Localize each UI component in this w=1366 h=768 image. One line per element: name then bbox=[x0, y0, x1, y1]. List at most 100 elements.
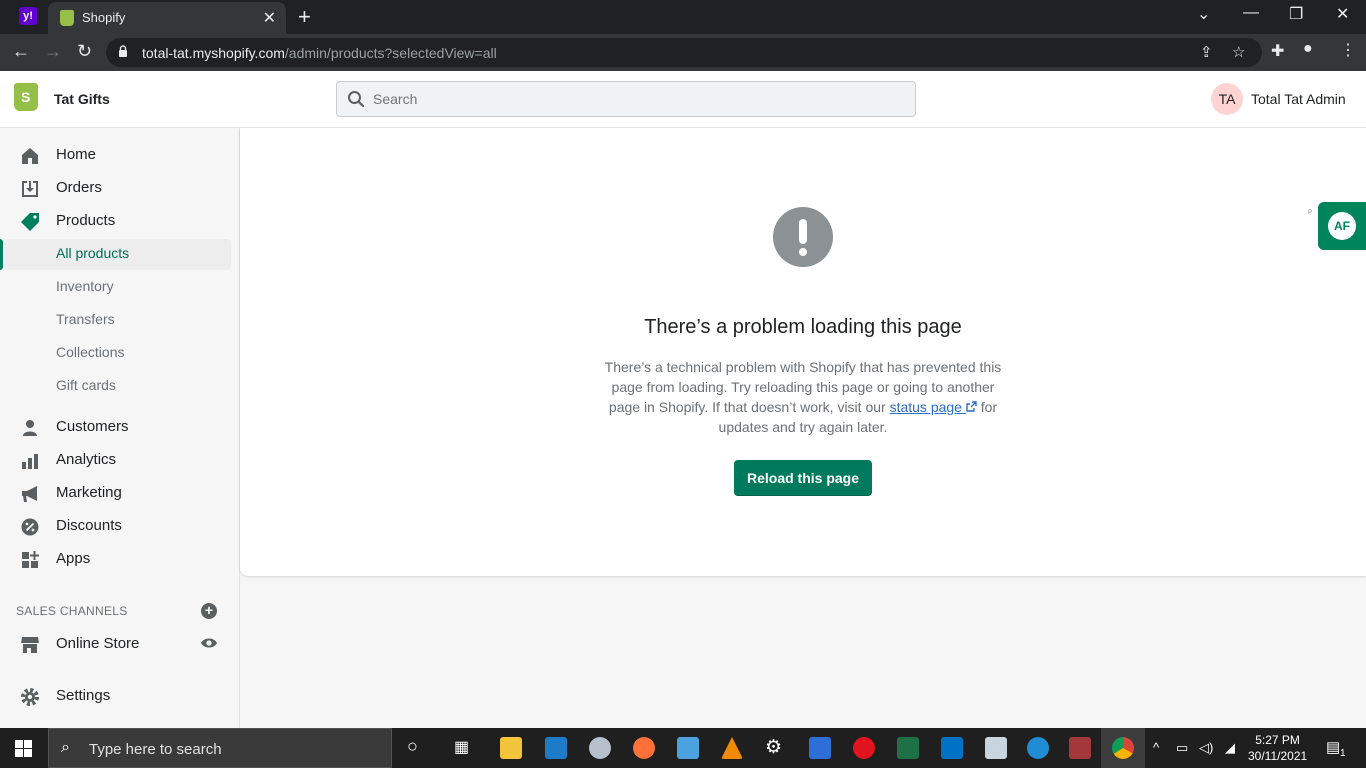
minimize-icon[interactable]: — bbox=[1243, 4, 1259, 22]
store-icon bbox=[21, 637, 39, 653]
sales-channels-heading: SALES CHANNELS bbox=[16, 604, 128, 618]
store-name[interactable]: Tat Gifts bbox=[54, 91, 110, 107]
photos-icon[interactable] bbox=[985, 737, 1007, 759]
sidebar-item-label: Online Store bbox=[56, 635, 140, 652]
outlook-icon[interactable] bbox=[941, 737, 963, 759]
sidebar-item-apps[interactable]: Apps bbox=[0, 544, 240, 574]
browser-menu-icon[interactable]: ⋮ bbox=[1340, 40, 1356, 60]
sidebar-item-label: Gift cards bbox=[56, 377, 116, 393]
avatar[interactable]: TA bbox=[1211, 83, 1243, 115]
sidebar-item-label: Collections bbox=[56, 344, 125, 360]
sidebar-item-label: All products bbox=[56, 245, 130, 261]
apps-icon bbox=[22, 551, 39, 568]
user-name[interactable]: Total Tat Admin bbox=[1251, 91, 1346, 107]
sidebar-item-label: Settings bbox=[56, 687, 111, 704]
external-link-icon bbox=[966, 401, 977, 412]
cortana-icon[interactable]: ○ bbox=[407, 736, 418, 757]
notifications-icon[interactable]: ▤ bbox=[1326, 738, 1340, 756]
error-card: There’s a problem loading this page Ther… bbox=[240, 128, 1366, 576]
profile-icon[interactable]: ● bbox=[1303, 40, 1313, 58]
admin-search[interactable] bbox=[336, 81, 916, 117]
reload-page-button[interactable]: Reload this page bbox=[734, 460, 872, 496]
firefox-icon[interactable] bbox=[633, 737, 655, 759]
tab-title: Shopify bbox=[82, 10, 126, 25]
shopify-logo-icon[interactable] bbox=[14, 83, 38, 111]
show-hidden-icons-chevron-icon[interactable]: ^ bbox=[1153, 740, 1159, 755]
person-icon bbox=[23, 420, 37, 436]
excel-icon[interactable] bbox=[897, 737, 919, 759]
address-bar[interactable]: total-tat.myshopify.com/admin/products?s… bbox=[106, 38, 1262, 67]
alert-icon bbox=[773, 207, 833, 267]
app-s-icon[interactable] bbox=[545, 737, 567, 759]
reload-icon[interactable]: ↻ bbox=[77, 41, 92, 62]
chrome-icon[interactable] bbox=[1112, 737, 1134, 759]
sidebar-item-products[interactable]: Products bbox=[0, 206, 240, 236]
file-explorer-icon[interactable] bbox=[500, 737, 522, 759]
opera-icon[interactable] bbox=[853, 737, 875, 759]
forward-icon[interactable]: → bbox=[44, 41, 62, 62]
notification-count: 1 bbox=[1340, 748, 1346, 759]
add-sales-channel-icon[interactable]: + bbox=[201, 603, 217, 619]
bar-chart-icon bbox=[22, 454, 38, 469]
gear-icon bbox=[21, 688, 39, 706]
taskbar-search[interactable]: ⌕ Type here to search bbox=[48, 728, 392, 768]
remote-desktop-icon[interactable] bbox=[677, 737, 699, 759]
url-text: total-tat.myshopify.com/admin/products?s… bbox=[142, 45, 497, 61]
windows-start-icon[interactable] bbox=[15, 740, 32, 757]
sidebar-item-customers[interactable]: Customers bbox=[0, 412, 240, 442]
sidebar-item-home[interactable]: Home bbox=[0, 140, 240, 170]
sidebar-nav: Home Orders Products All products Invent… bbox=[0, 128, 240, 728]
search-icon: ⌕ bbox=[61, 739, 70, 756]
back-icon[interactable]: ← bbox=[12, 41, 30, 62]
extensions-puzzle-icon[interactable]: ✚ bbox=[1271, 41, 1284, 61]
app-t-icon[interactable] bbox=[1027, 737, 1049, 759]
floating-app-widget[interactable]: AF bbox=[1318, 202, 1366, 250]
sidebar-item-settings[interactable]: Settings bbox=[0, 681, 240, 711]
sidebar-item-label: Analytics bbox=[56, 451, 117, 468]
browser-tab-bar: y! Shopify ✕ + ⌄ — ❐ ✕ bbox=[0, 0, 1366, 34]
vlc-icon[interactable] bbox=[721, 737, 743, 759]
sidebar-item-transfers[interactable]: Transfers bbox=[0, 305, 240, 335]
sidebar-item-collections[interactable]: Collections bbox=[0, 338, 240, 368]
window-close-icon[interactable]: ✕ bbox=[1336, 4, 1349, 24]
network-icon[interactable]: ◢ bbox=[1225, 740, 1235, 756]
sidebar-item-label: Inventory bbox=[56, 278, 114, 294]
new-tab-icon[interactable]: + bbox=[298, 4, 311, 30]
system-clock[interactable]: 5:27 PM 30/11/2021 bbox=[1248, 732, 1307, 764]
tab-search-icon[interactable]: ⌄ bbox=[1197, 4, 1210, 24]
share-icon[interactable]: ⇪ bbox=[1200, 43, 1213, 61]
app-bird-icon[interactable] bbox=[809, 737, 831, 759]
taskbar-search-placeholder: Type here to search bbox=[89, 741, 222, 758]
widget-logo-icon: AF bbox=[1328, 212, 1356, 240]
sidebar-item-label: Marketing bbox=[56, 484, 122, 501]
sidebar-item-label: Customers bbox=[56, 418, 129, 435]
search-input[interactable] bbox=[373, 88, 893, 110]
sidebar-item-analytics[interactable]: Analytics bbox=[0, 445, 240, 475]
sidebar-item-discounts[interactable]: Discounts bbox=[0, 511, 240, 541]
sidebar-item-marketing[interactable]: Marketing bbox=[0, 478, 240, 508]
paint-icon[interactable] bbox=[589, 737, 611, 759]
sidebar-item-label: Apps bbox=[56, 550, 91, 567]
yahoo-extension-icon[interactable]: y! bbox=[19, 7, 37, 25]
windows-taskbar: ⌕ Type here to search ○ ▦ ⚙ ^ ▭ ◁) ◢ 5:2… bbox=[0, 728, 1366, 768]
sidebar-item-label: Orders bbox=[56, 179, 102, 196]
orders-icon bbox=[22, 181, 38, 197]
sidebar-item-orders[interactable]: Orders bbox=[0, 173, 240, 203]
bookmark-star-icon[interactable]: ☆ bbox=[1232, 43, 1245, 61]
access-icon[interactable] bbox=[1069, 737, 1091, 759]
sidebar-item-inventory[interactable]: Inventory bbox=[0, 272, 240, 302]
task-view-icon[interactable]: ▦ bbox=[454, 737, 469, 757]
settings-gear-icon[interactable]: ⚙ bbox=[765, 736, 782, 759]
restore-icon[interactable]: ❐ bbox=[1289, 4, 1303, 24]
tag-icon bbox=[21, 213, 39, 231]
volume-icon[interactable]: ◁) bbox=[1199, 740, 1213, 756]
error-description: There’s a technical problem with Shopify… bbox=[604, 359, 1002, 435]
view-store-eye-icon[interactable] bbox=[200, 636, 218, 650]
tiny-label: P bbox=[1308, 210, 1313, 216]
status-page-link[interactable]: status page bbox=[890, 399, 977, 415]
meet-now-icon[interactable]: ▭ bbox=[1176, 740, 1188, 756]
sidebar-item-gift-cards[interactable]: Gift cards bbox=[0, 371, 240, 401]
sidebar-item-all-products[interactable]: All products bbox=[0, 239, 240, 269]
browser-tab[interactable]: Shopify ✕ bbox=[48, 2, 286, 34]
tab-close-icon[interactable]: ✕ bbox=[263, 8, 276, 28]
